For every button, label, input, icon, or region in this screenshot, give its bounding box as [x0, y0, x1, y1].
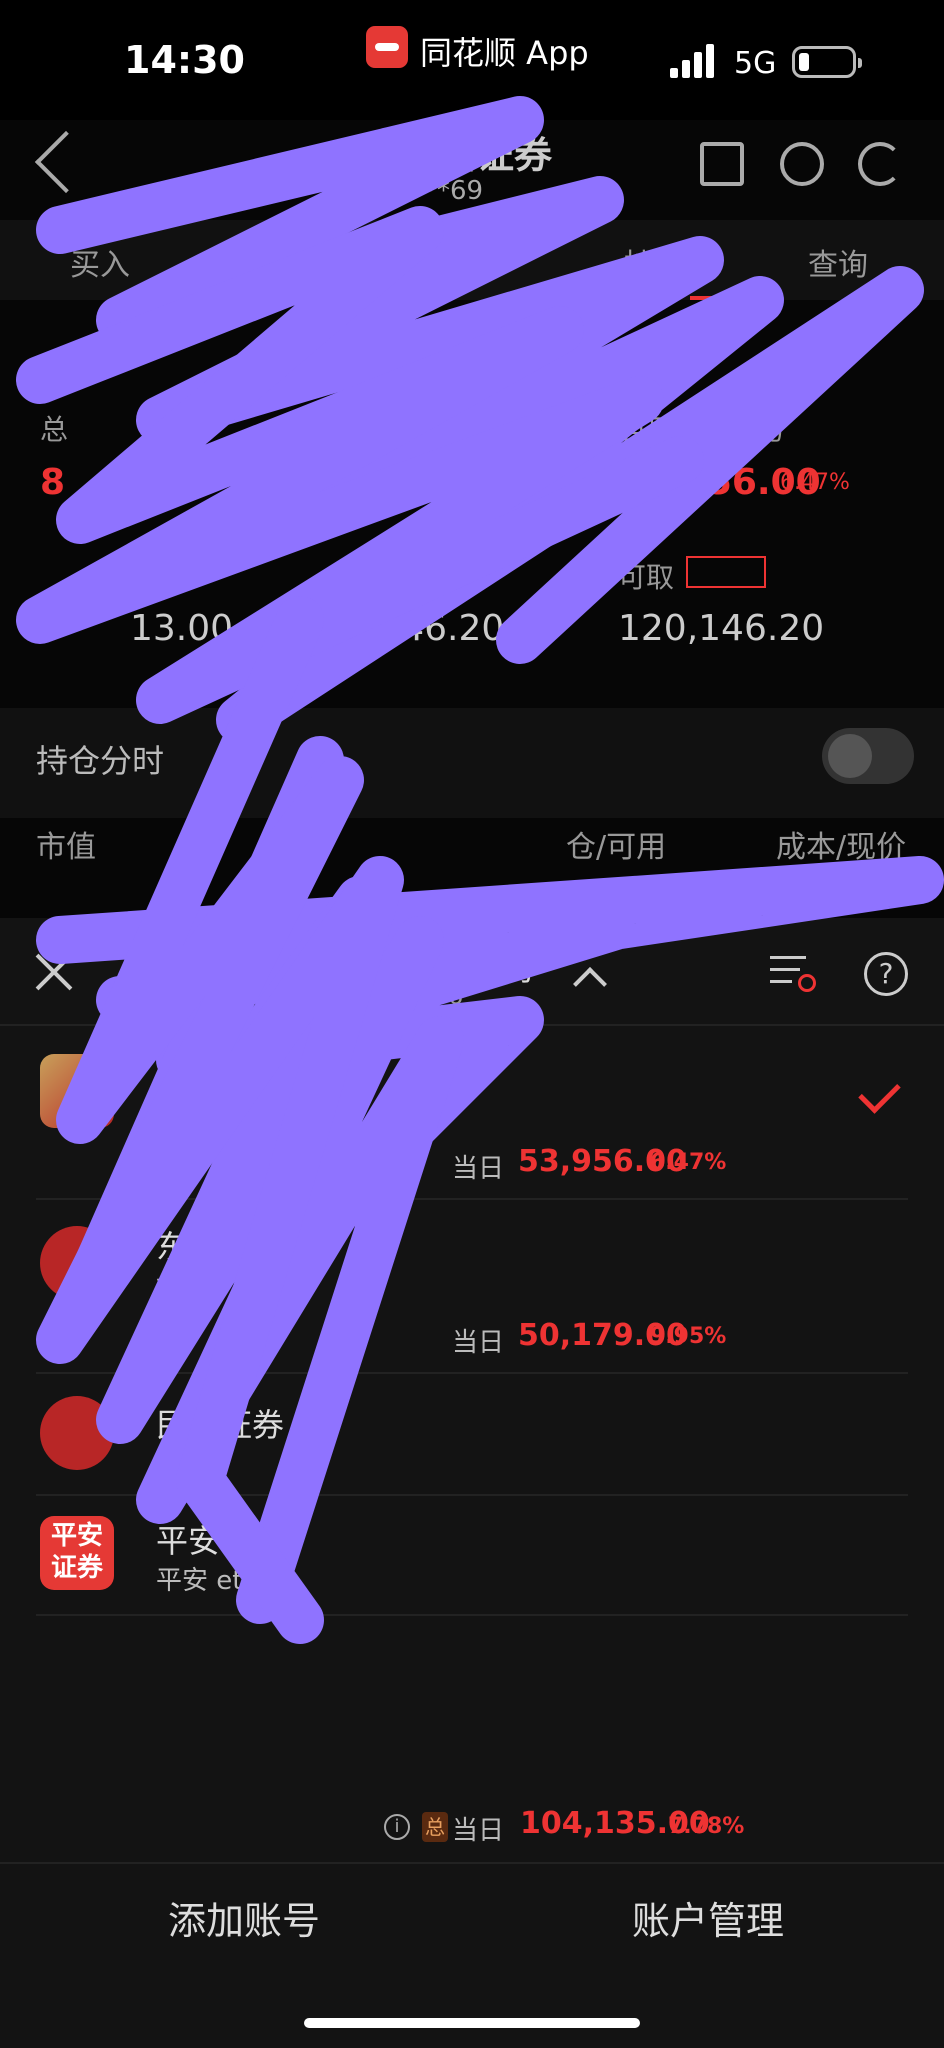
- info-icon[interactable]: i: [384, 1814, 410, 1840]
- active-tab-indicator: [690, 296, 746, 300]
- network-label: 5G: [734, 46, 777, 81]
- help-icon[interactable]: ?: [864, 952, 908, 996]
- market-value: 13.00: [130, 608, 234, 649]
- tab-buy[interactable]: 买入: [70, 240, 130, 284]
- battery-icon: [792, 46, 862, 78]
- status-app-name: 同花顺 App: [420, 34, 589, 72]
- total-badge: 总: [422, 1812, 448, 1842]
- dongguan-logo-icon: [40, 1226, 114, 1300]
- total-day-pct: 7.78%: [668, 1814, 745, 1839]
- total-pl-value: 4,34: [340, 462, 429, 503]
- home-indicator[interactable]: [304, 2018, 640, 2028]
- total-pl-label: 总盈亏: [330, 413, 415, 446]
- day-label: 当日: [452, 1328, 505, 1358]
- total-day-label: 当日: [452, 1816, 505, 1846]
- withdraw-tag[interactable]: [686, 556, 766, 588]
- tab-sell[interactable]: 卖出: [260, 240, 320, 284]
- search-icon[interactable]: [780, 142, 824, 186]
- share-icon[interactable]: [700, 142, 744, 186]
- col-market-value[interactable]: 市值: [36, 822, 96, 866]
- account-name: 华西证券: [156, 1052, 285, 1090]
- day-label: 当日: [452, 1154, 505, 1184]
- status-bar: 14:30 同花顺 App 5G: [0, 0, 944, 120]
- position-timeshare-label: 持仓分时: [36, 742, 165, 780]
- app-icon: [366, 26, 408, 68]
- manage-account-button[interactable]: 账户管理: [632, 1890, 784, 1945]
- tab-query[interactable]: 查询: [808, 240, 868, 284]
- account-name: 东莞证券: [156, 1228, 285, 1266]
- day-pl-pct: 6.47%: [780, 470, 850, 495]
- transfer-tag[interactable]: [398, 556, 478, 588]
- col-position: 仓/可用: [566, 830, 667, 865]
- day-pl-label: 当日参考盈亏: [618, 413, 787, 446]
- pingan-logo-icon: 平安 证券: [40, 1516, 114, 1590]
- huaxi-logo-icon: [40, 1054, 114, 1128]
- account-name: 平安证券: [156, 1522, 285, 1560]
- add-account-button[interactable]: 添加账号: [168, 1890, 320, 1945]
- position-toggle[interactable]: [822, 728, 914, 784]
- close-icon[interactable]: [34, 952, 74, 992]
- minsheng-logo-icon: [40, 1396, 114, 1470]
- footer-divider: [0, 1862, 944, 1864]
- day-pct: 9.95%: [650, 1324, 727, 1349]
- account-desc: 平安 etf: [156, 1566, 252, 1596]
- withdrawable-value: 120,146.20: [618, 608, 825, 649]
- page-title[interactable]: 华西证券: [400, 124, 552, 179]
- signal-icon: [670, 44, 718, 78]
- account-desc: 基金账户: [156, 1100, 261, 1130]
- refresh-icon[interactable]: [858, 142, 902, 186]
- sheet-account-number: **6: [424, 982, 464, 1010]
- withdraw-label: 可取: [618, 561, 675, 594]
- available-value: 0,146.20: [344, 608, 505, 649]
- account-number: **69: [424, 176, 484, 206]
- tab-holdings[interactable]: 持仓: [624, 240, 684, 284]
- sheet-divider: [0, 1024, 944, 1026]
- day-pct: 6.47%: [650, 1150, 727, 1175]
- filter-list-icon[interactable]: [770, 952, 816, 992]
- status-time: 14:30: [124, 38, 245, 82]
- total-assets-label: 总: [40, 413, 69, 446]
- account-desc: 理财: [156, 1276, 209, 1306]
- account-name: 民生证券: [156, 1406, 285, 1444]
- col-cost-price[interactable]: 成本/现价: [776, 822, 906, 866]
- trade-tabs: [0, 220, 944, 300]
- total-assets-value: 8: [40, 462, 66, 503]
